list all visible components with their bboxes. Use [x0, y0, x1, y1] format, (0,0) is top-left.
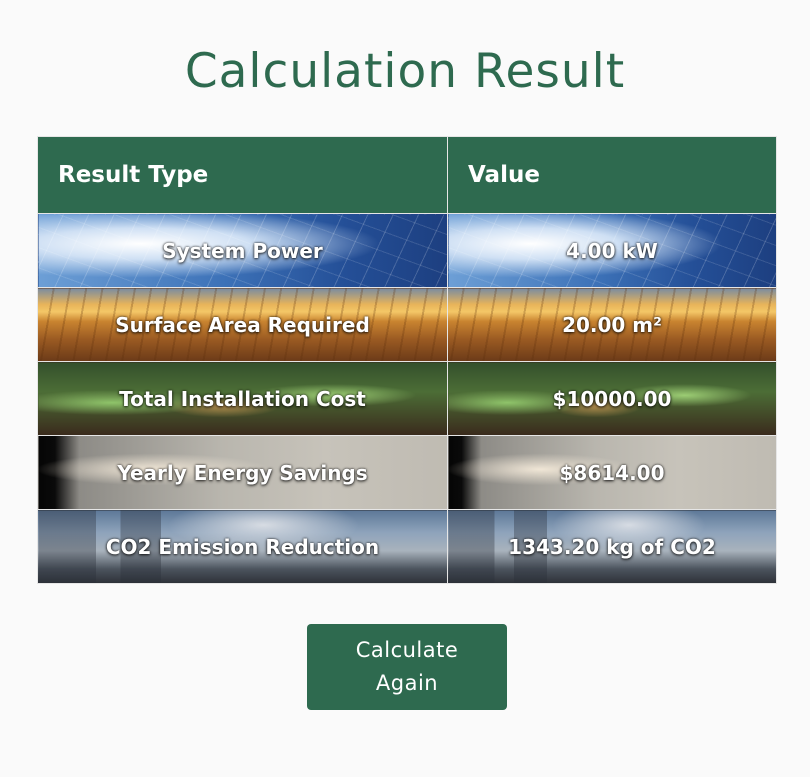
- result-value: $8614.00: [559, 460, 665, 485]
- result-type-cell: System Power: [37, 213, 448, 288]
- result-type-label: Total Installation Cost: [119, 386, 366, 411]
- result-value-cell: 20.00 m²: [447, 287, 777, 362]
- result-type-label: CO2 Emission Reduction: [105, 534, 380, 559]
- result-type-label: System Power: [162, 238, 323, 263]
- result-value-cell: 1343.20 kg of CO2: [447, 509, 777, 584]
- result-type-cell: Surface Area Required: [37, 287, 448, 362]
- table-row-surface-area: Surface Area Required 20.00 m²: [37, 287, 777, 362]
- result-value: 1343.20 kg of CO2: [508, 534, 716, 559]
- result-type-label: Surface Area Required: [115, 312, 370, 337]
- result-value-cell: $10000.00: [447, 361, 777, 436]
- results-table: Result Type Value System Power 4.00 kW S…: [37, 136, 777, 584]
- header-result-type: Result Type: [37, 136, 448, 214]
- result-type-label: Yearly Energy Savings: [117, 460, 368, 485]
- table-row-installation-cost: Total Installation Cost $10000.00: [37, 361, 777, 436]
- result-value: 4.00 kW: [566, 238, 658, 263]
- result-value: 20.00 m²: [562, 312, 662, 337]
- result-type-cell: Total Installation Cost: [37, 361, 448, 436]
- result-value: $10000.00: [552, 386, 672, 411]
- header-value: Value: [447, 136, 777, 214]
- table-row-co2-reduction: CO2 Emission Reduction 1343.20 kg of CO2: [37, 509, 777, 584]
- table-row-energy-savings: Yearly Energy Savings $8614.00: [37, 435, 777, 510]
- result-type-cell: CO2 Emission Reduction: [37, 509, 448, 584]
- calculate-again-button[interactable]: Calculate Again: [307, 624, 507, 710]
- page-title: Calculation Result: [184, 44, 626, 99]
- table-row-system-power: System Power 4.00 kW: [37, 213, 777, 288]
- result-page: Calculation Result Result Type Value Sys…: [0, 0, 810, 777]
- result-value-cell: 4.00 kW: [447, 213, 777, 288]
- table-header-row: Result Type Value: [37, 136, 777, 214]
- result-type-cell: Yearly Energy Savings: [37, 435, 448, 510]
- result-value-cell: $8614.00: [447, 435, 777, 510]
